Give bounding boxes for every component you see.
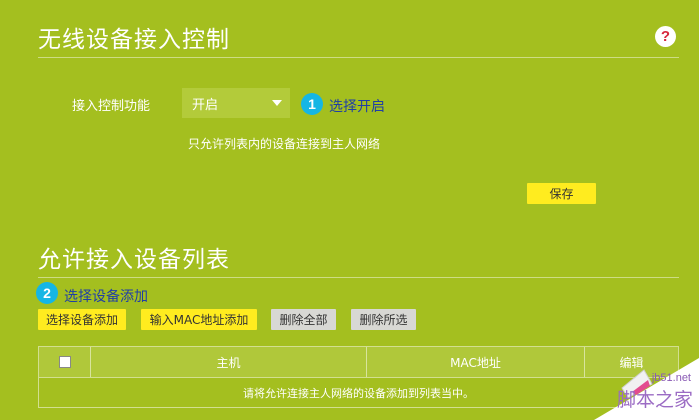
step2-badge: 2 xyxy=(36,282,58,304)
access-control-hint: 只允许列表内的设备连接到主人网络 xyxy=(188,137,381,151)
watermark-site-name: 脚本之家 xyxy=(616,389,693,411)
select-value: 开启 xyxy=(192,97,219,113)
delete-all-button[interactable]: 删除全部 xyxy=(271,309,336,330)
access-control-title: 无线设备接入控制 xyxy=(38,27,230,53)
column-header-host: 主机 xyxy=(91,347,367,377)
select-all-header xyxy=(39,347,91,377)
watermark-domain: jb51.net xyxy=(651,372,691,384)
help-icon[interactable]: ? xyxy=(655,26,676,47)
allow-list-title: 允许接入设备列表 xyxy=(38,247,230,273)
divider xyxy=(38,277,679,278)
column-header-mac: MAC地址 xyxy=(367,347,585,377)
access-control-select[interactable]: 开启 xyxy=(182,88,290,118)
divider xyxy=(38,57,679,58)
site-watermark: jb51.net 脚本之家 xyxy=(564,340,699,420)
step1-instruction: 选择开启 xyxy=(329,99,385,115)
access-control-function-label: 接入控制功能 xyxy=(72,99,151,114)
step2-instruction: 选择设备添加 xyxy=(64,289,148,305)
select-device-add-button[interactable]: 选择设备添加 xyxy=(38,309,126,330)
input-mac-add-button[interactable]: 输入MAC地址添加 xyxy=(141,309,257,330)
delete-selected-button[interactable]: 删除所选 xyxy=(351,309,416,330)
select-all-checkbox[interactable] xyxy=(58,356,71,368)
step1-badge: 1 xyxy=(301,93,323,115)
save-button[interactable]: 保存 xyxy=(527,183,596,204)
chevron-down-icon xyxy=(272,100,282,106)
